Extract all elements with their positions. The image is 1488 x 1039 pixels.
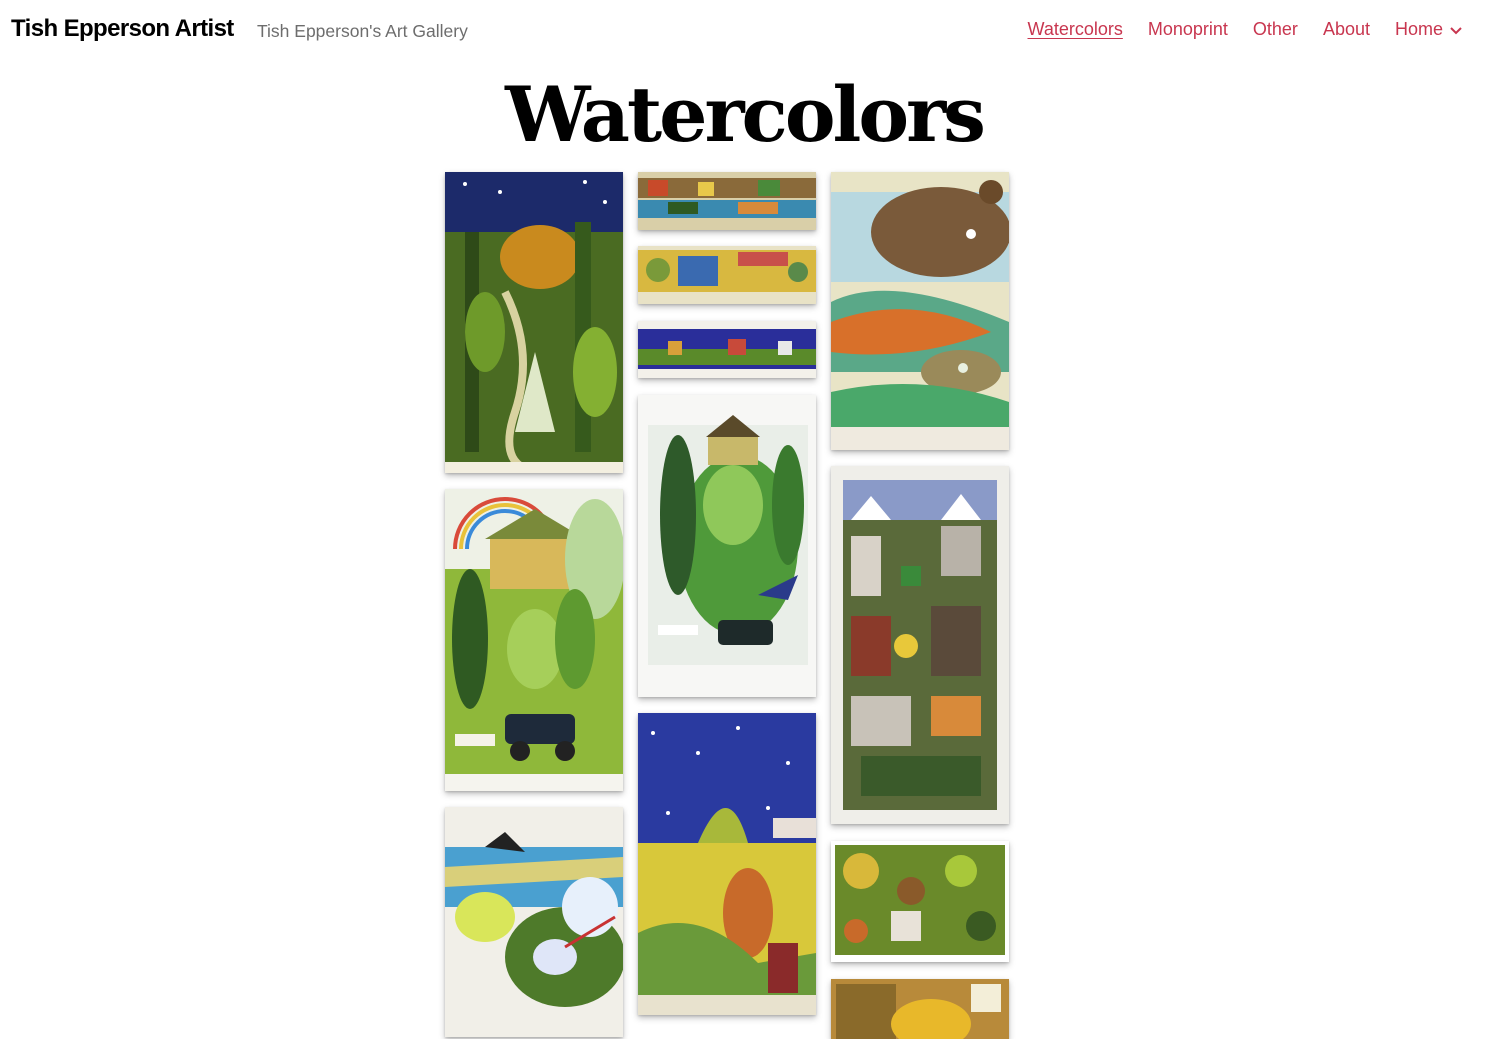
gallery-image-starry-fox[interactable] <box>638 713 816 1015</box>
gallery-image-bear-and-fish[interactable] <box>831 172 1009 450</box>
gallery-image-city-collage[interactable] <box>831 466 1009 824</box>
gallery-image-oregon-forest[interactable] <box>638 395 816 697</box>
gallery-image-rooster-sign[interactable] <box>831 979 1009 1039</box>
gallery-image-snowman-river[interactable] <box>445 807 623 1037</box>
gallery-image-welcome-banner[interactable] <box>638 246 816 304</box>
gallery-image-garden-collage[interactable] <box>831 841 1009 962</box>
gallery-image-night-strip[interactable] <box>638 321 816 378</box>
gallery-image-forest-night[interactable] <box>445 172 623 473</box>
watercolor-gallery <box>0 0 1488 1039</box>
gallery-image-town-panorama[interactable] <box>638 172 816 230</box>
gallery-image-rainbow-house[interactable] <box>445 489 623 791</box>
